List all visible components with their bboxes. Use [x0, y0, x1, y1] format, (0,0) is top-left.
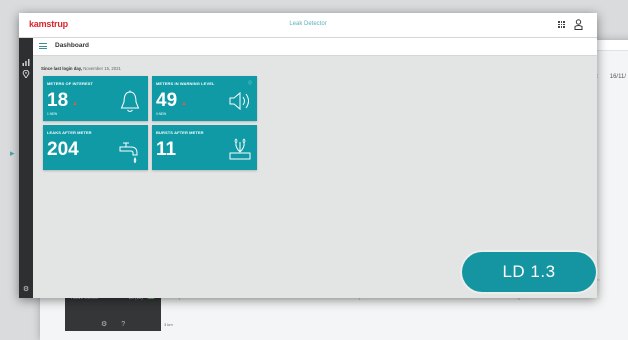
tile-value: 49 — [156, 90, 178, 111]
analytics-icon[interactable] — [22, 58, 30, 66]
settings-icon[interactable]: ⚙ — [101, 321, 121, 328]
settings-icon[interactable]: ⚙ — [22, 286, 30, 294]
trend-up-icon: ▲ — [181, 101, 187, 107]
tile-label: METERS OF INTEREST — [47, 81, 94, 86]
tile-value: 18 — [47, 90, 69, 111]
map-scale: 3 km — [164, 322, 173, 327]
panel-icons: ⚙? — [101, 320, 139, 328]
tile-new-count: 1 NEW — [47, 112, 58, 116]
help-icon[interactable]: ? — [121, 321, 139, 328]
tile-label: METERS IN WARNING LEVEL — [156, 81, 215, 86]
left-nav-rail: ⚙ ? — [19, 38, 33, 298]
tile-leaks-after-meter[interactable]: LEAKS AFTER METER 204 — [43, 125, 148, 170]
tile-label: BURSTS AFTER METER — [156, 130, 204, 135]
bell-icon — [120, 90, 140, 112]
since-date: November 15, 2021 — [83, 66, 121, 71]
burst-pipe-icon — [229, 138, 251, 160]
tile-bursts-after-meter[interactable]: BURSTS AFTER METER 11 — [152, 125, 257, 170]
since-label: Since last login day, — [41, 66, 82, 71]
tile-meters-in-warning-level[interactable]: METERS IN WARNING LEVEL ⓘ 49 ▲ 0 NEW — [152, 76, 257, 121]
since-last-login: Since last login day, November 15, 2021 — [41, 66, 121, 71]
map-pin-icon[interactable] — [22, 69, 30, 79]
arrow-right-icon: ▸ — [10, 148, 15, 158]
tile-label: LEAKS AFTER METER — [47, 130, 92, 135]
background-date: 16/11/ — [609, 74, 626, 80]
menu-icon[interactable] — [39, 43, 47, 49]
page-title: Dashboard — [55, 42, 89, 49]
version-badge: LD 1.3 — [462, 252, 596, 292]
tile-value: 204 — [47, 139, 79, 160]
speaker-icon — [229, 91, 249, 111]
faucet-icon — [119, 142, 138, 164]
page-header: Dashboard — [33, 38, 597, 56]
tile-meters-of-interest[interactable]: METERS OF INTEREST 18 ▲ 1 NEW — [43, 76, 148, 121]
tile-value: 11 — [156, 139, 177, 160]
app-title: Leak Detector — [289, 21, 327, 27]
app-grid-icon[interactable] — [558, 21, 565, 28]
trend-up-icon: ▲ — [72, 101, 78, 107]
top-bar: kamstrup Leak Detector — [19, 13, 597, 38]
user-icon[interactable] — [574, 19, 583, 30]
info-icon[interactable]: ⓘ — [248, 80, 252, 86]
tile-new-count: 0 NEW — [156, 112, 167, 116]
